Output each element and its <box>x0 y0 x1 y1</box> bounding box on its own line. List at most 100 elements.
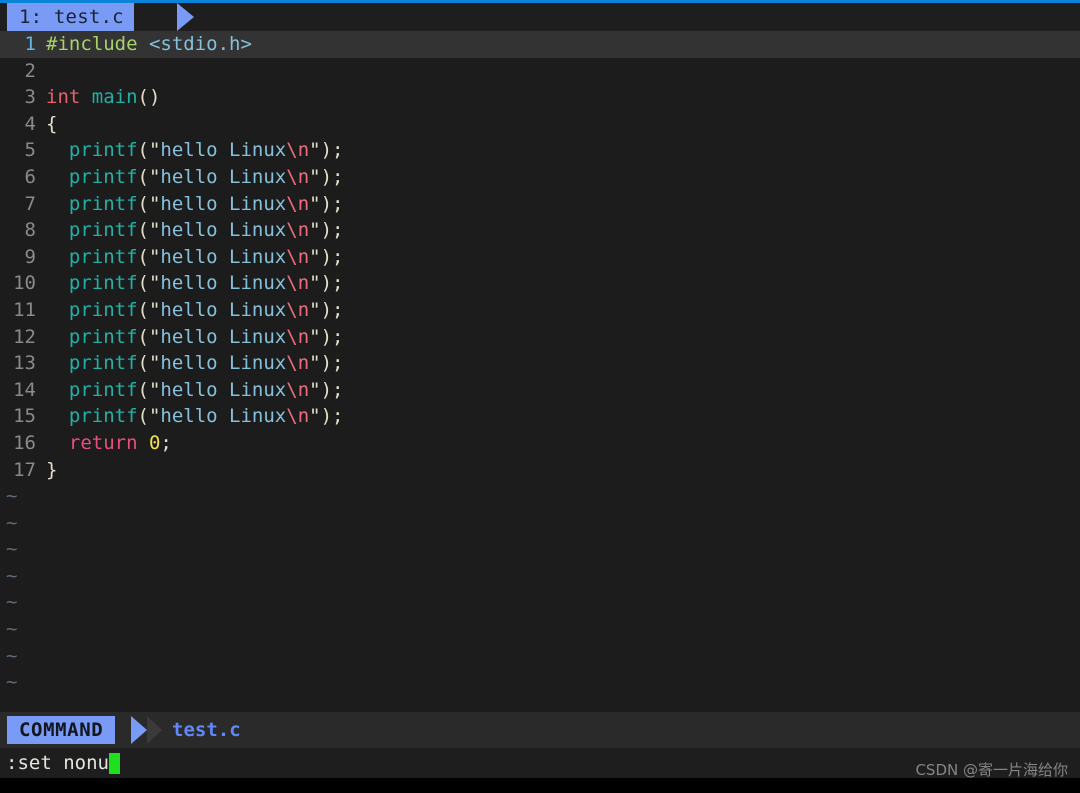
code-token: (" <box>137 325 161 348</box>
code-line[interactable]: 5 printf("hello Linux\n"); <box>0 137 1080 164</box>
code-token: printf <box>68 219 138 242</box>
line-number: 15 <box>13 405 36 428</box>
line-number: 6 <box>24 165 36 188</box>
empty-line-marker: ~ <box>6 644 18 667</box>
code-token: \n <box>286 165 310 188</box>
empty-line-marker: ~ <box>6 511 18 534</box>
code-token: \n <box>286 272 310 295</box>
code-line[interactable]: 13 printf("hello Linux\n"); <box>0 350 1080 377</box>
tabline: 1: test.c <box>0 3 1080 31</box>
vim-terminal-window: 1: test.c 1 #include <stdio.h> 2 3 int main(… <box>0 0 1080 793</box>
line-text: printf("hello Linux\n"); <box>46 137 1080 164</box>
code-token: (" <box>137 272 161 295</box>
statusline-filename: test.c <box>172 716 241 744</box>
code-token: (" <box>137 378 161 401</box>
code-token: (" <box>137 245 161 268</box>
code-line[interactable]: 6 printf("hello Linux\n"); <box>0 164 1080 191</box>
code-line[interactable]: 12 printf("hello Linux\n"); <box>0 324 1080 351</box>
code-token: "); <box>309 352 344 375</box>
code-token: 0 <box>148 431 161 454</box>
window-bottom-fill <box>0 778 1080 793</box>
command-line-text: :set nonu <box>6 751 109 774</box>
code-line[interactable]: 4{ <box>0 111 1080 138</box>
line-number: 17 <box>13 458 36 481</box>
code-token: "); <box>309 192 344 215</box>
code-token: hello Linux <box>160 219 287 242</box>
code-token: \n <box>286 325 310 348</box>
code-token: (" <box>137 139 161 162</box>
line-number: 11 <box>13 298 36 321</box>
code-line[interactable]: 9 printf("hello Linux\n"); <box>0 244 1080 271</box>
code-token: (" <box>137 165 161 188</box>
code-token: hello Linux <box>160 165 287 188</box>
code-line[interactable]: 3 int main() <box>0 84 1080 111</box>
line-text: int main() <box>46 84 1080 111</box>
code-token: hello Linux <box>160 325 287 348</box>
code-token: "); <box>309 139 344 162</box>
code-line[interactable]: 10 printf("hello Linux\n"); <box>0 270 1080 297</box>
editor-buffer[interactable]: 1 #include <stdio.h> 2 3 int main() 4{5 print… <box>0 31 1080 712</box>
code-line[interactable]: 8 printf("hello Linux\n"); <box>0 217 1080 244</box>
code-token: printf <box>68 325 138 348</box>
code-line[interactable]: 16 return 0; <box>0 430 1080 457</box>
code-token: "); <box>309 405 344 428</box>
code-token: \n <box>286 352 310 375</box>
tab-label: 1: test.c <box>19 5 124 28</box>
line-number: 1 <box>24 33 36 55</box>
code-token: printf <box>68 272 138 295</box>
code-token: hello Linux <box>160 405 287 428</box>
line-text: printf("hello Linux\n"); <box>46 350 1080 377</box>
code-token: int <box>46 86 92 109</box>
line-text: printf("hello Linux\n"); <box>46 403 1080 430</box>
code-line[interactable]: 11 printf("hello Linux\n"); <box>0 297 1080 324</box>
line-text: #include <stdio.h> <box>46 31 1080 58</box>
statusline-filename-label: test.c <box>172 718 241 741</box>
command-line[interactable]: :set nonu <box>0 748 1080 778</box>
code-token: hello Linux <box>160 272 287 295</box>
line-text: { <box>46 111 1080 138</box>
code-token: "); <box>309 219 344 242</box>
empty-line-marker: ~ <box>6 618 18 641</box>
code-token: hello Linux <box>160 298 287 321</box>
code-line[interactable]: 15 printf("hello Linux\n"); <box>0 403 1080 430</box>
command-line-cursor <box>108 752 120 774</box>
line-number: 5 <box>24 139 36 162</box>
tab-arrow-icon <box>177 3 194 31</box>
code-line[interactable]: 2 <box>0 58 1080 85</box>
empty-line-marker: ~ <box>6 591 18 614</box>
line-text: } <box>46 457 1080 484</box>
code-line[interactable]: 17} <box>0 457 1080 484</box>
line-text: printf("hello Linux\n"); <box>46 164 1080 191</box>
code-token: \n <box>286 405 310 428</box>
line-number: 12 <box>13 325 36 348</box>
code-token: printf <box>68 192 138 215</box>
code-token: hello Linux <box>160 378 287 401</box>
code-token: ; <box>160 431 172 454</box>
code-line[interactable]: 14 printf("hello Linux\n"); <box>0 377 1080 404</box>
code-token: "); <box>309 272 344 295</box>
mode-indicator: COMMAND <box>7 716 116 744</box>
line-number: 4 <box>24 112 36 135</box>
code-line[interactable]: 1 #include <stdio.h> <box>0 31 1080 58</box>
code-token: "); <box>309 378 344 401</box>
line-text: printf("hello Linux\n"); <box>46 217 1080 244</box>
mode-arrow-secondary-icon <box>147 716 162 744</box>
code-token: "); <box>309 165 344 188</box>
line-number: 9 <box>24 245 36 268</box>
code-token: \n <box>286 298 310 321</box>
tab-test-c[interactable]: 1: test.c <box>7 3 134 31</box>
code-line[interactable]: 7 printf("hello Linux\n"); <box>0 191 1080 218</box>
mode-arrow-icon <box>131 716 147 744</box>
code-token: } <box>46 458 58 481</box>
statusline: COMMAND test.c <box>0 712 1080 748</box>
code-token: "); <box>309 325 344 348</box>
code-token: \n <box>286 219 310 242</box>
